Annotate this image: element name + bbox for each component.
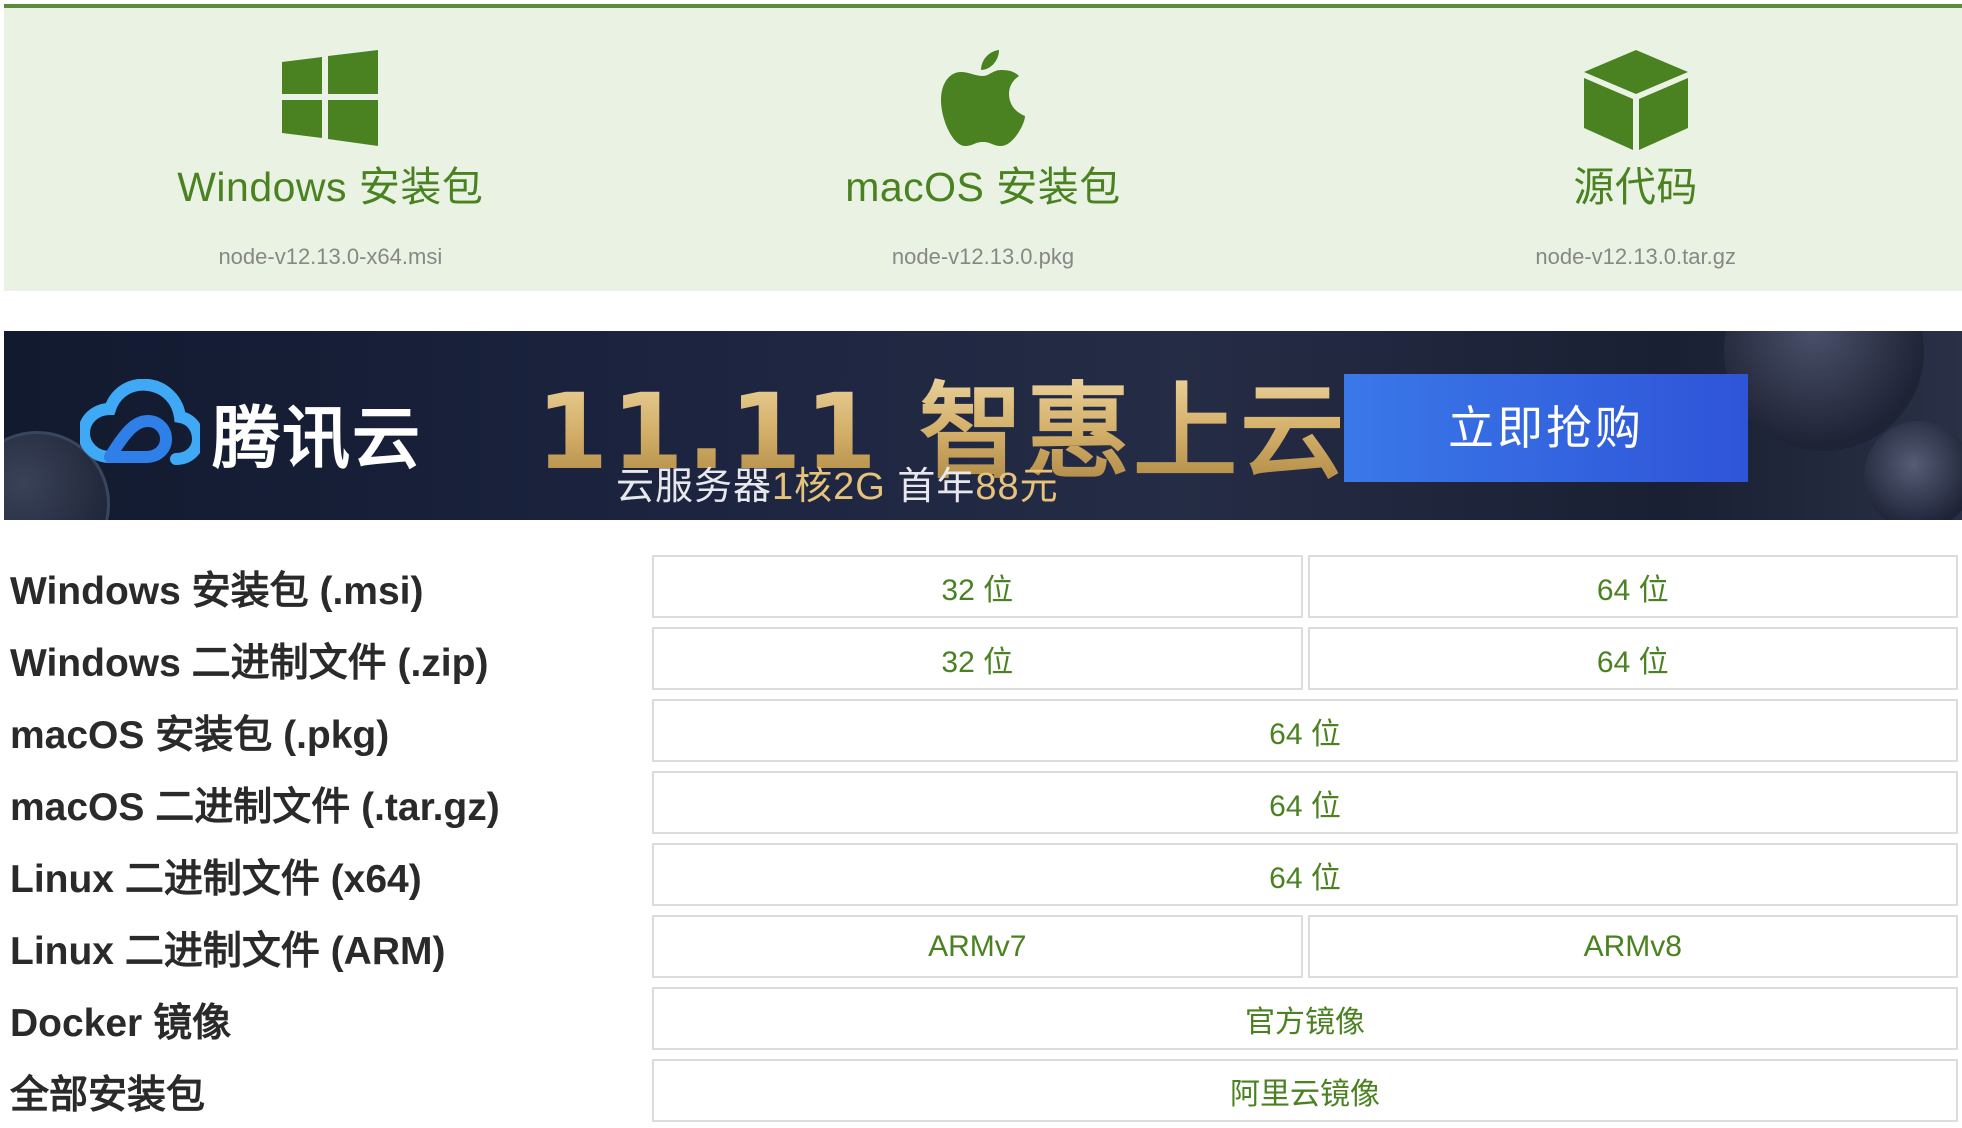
download-card-windows[interactable]: Windows 安装包 node-v12.13.0-x64.msi — [4, 8, 657, 291]
download-link[interactable]: 32 位 — [652, 627, 1303, 690]
download-link[interactable]: 阿里云镜像 — [652, 1059, 1958, 1122]
download-table: Windows 安装包 (.msi) 32 位 64 位 Windows 二进制… — [0, 552, 1962, 1128]
row-label: macOS 二进制文件 (.tar.gz) — [10, 786, 500, 829]
windows-icon — [275, 50, 385, 150]
download-link[interactable]: ARMv8 — [1307, 915, 1958, 978]
source-box-icon — [1581, 50, 1691, 150]
banner-subline: 云服务器1核2G 首年88元 — [616, 455, 1059, 510]
download-link[interactable]: 64 位 — [652, 771, 1958, 834]
table-row: Windows 安装包 (.msi) 32 位 64 位 — [0, 552, 1962, 624]
download-card-source[interactable]: 源代码 node-v12.13.0.tar.gz — [1309, 8, 1962, 291]
decorative-orb — [1864, 421, 1962, 520]
sub-price: 88元 — [975, 466, 1059, 508]
download-link[interactable]: 64 位 — [652, 843, 1958, 906]
table-row: macOS 二进制文件 (.tar.gz) 64 位 — [0, 768, 1962, 840]
apple-icon — [928, 50, 1038, 150]
card-title[interactable]: 源代码 — [1309, 153, 1962, 213]
sub-mid: 首年 — [885, 466, 976, 508]
row-label: macOS 安装包 (.pkg) — [10, 714, 390, 757]
promo-banner[interactable]: 腾讯云 11.11 智惠上云 云服务器1核2G 首年88元 立即抢购 — [4, 331, 1962, 520]
row-label: Docker 镜像 — [10, 1002, 232, 1045]
table-row: macOS 安装包 (.pkg) 64 位 — [0, 696, 1962, 768]
download-card-macos[interactable]: macOS 安装包 node-v12.13.0.pkg — [657, 8, 1310, 291]
table-row: Linux 二进制文件 (x64) 64 位 — [0, 840, 1962, 912]
download-link[interactable]: ARMv7 — [652, 915, 1303, 978]
download-link[interactable]: 32 位 — [652, 555, 1303, 618]
card-title[interactable]: macOS 安装包 — [657, 153, 1310, 213]
card-filename: node-v12.13.0-x64.msi — [218, 244, 443, 269]
table-row: Docker 镜像 官方镜像 — [0, 984, 1962, 1056]
download-link[interactable]: 64 位 — [652, 699, 1958, 762]
table-row: Linux 二进制文件 (ARM) ARMv7 ARMv8 — [0, 912, 1962, 984]
table-row: Windows 二进制文件 (.zip) 32 位 64 位 — [0, 624, 1962, 696]
banner-brand: 腾讯云 — [212, 401, 423, 477]
card-title[interactable]: Windows 安装包 — [4, 153, 657, 213]
row-label: Windows 安装包 (.msi) — [10, 570, 424, 613]
card-filename: node-v12.13.0.pkg — [891, 244, 1075, 269]
download-link[interactable]: 官方镜像 — [652, 987, 1958, 1050]
card-filename: node-v12.13.0.tar.gz — [1535, 244, 1736, 269]
sub-prefix: 云服务器 — [616, 466, 773, 508]
row-label: Linux 二进制文件 (x64) — [10, 858, 422, 901]
table-row: 全部安装包 阿里云镜像 — [0, 1056, 1962, 1128]
download-link[interactable]: 64 位 — [1307, 555, 1958, 618]
download-link[interactable]: 64 位 — [1307, 627, 1958, 690]
row-label: Windows 二进制文件 (.zip) — [10, 642, 489, 685]
download-cards: Windows 安装包 node-v12.13.0-x64.msi macOS … — [4, 8, 1962, 291]
sub-spec: 1核2G — [772, 466, 886, 508]
row-label: Linux 二进制文件 (ARM) — [10, 930, 446, 973]
cloud-logo-icon — [77, 378, 205, 469]
buy-now-button[interactable]: 立即抢购 — [1344, 374, 1748, 482]
